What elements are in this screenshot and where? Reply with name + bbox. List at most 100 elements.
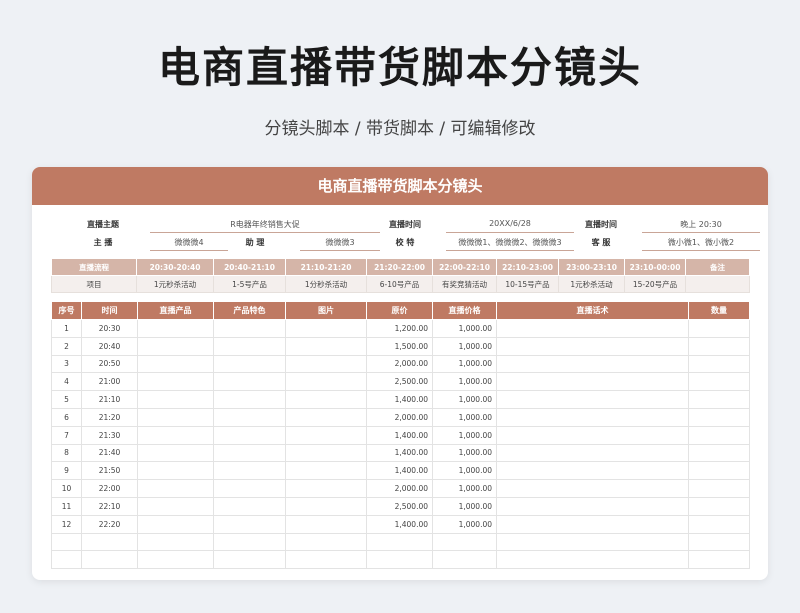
table-cell[interactable]	[285, 461, 367, 481]
table-cell[interactable]	[432, 550, 497, 570]
time2-value[interactable]: 晚上 20:30	[642, 219, 760, 233]
table-cell[interactable]	[496, 319, 689, 338]
table-cell[interactable]	[213, 514, 286, 534]
table-cell[interactable]: 1,000.00	[432, 479, 497, 498]
table-cell[interactable]: 1,000.00	[432, 390, 497, 409]
table-cell[interactable]: 21:50	[81, 461, 138, 481]
schedule-cell[interactable]: 1元秒杀活动	[558, 275, 625, 293]
table-cell[interactable]	[496, 390, 689, 409]
table-cell[interactable]	[137, 372, 214, 392]
schedule-head-cell[interactable]: 20:40-21:10	[213, 258, 286, 276]
table-cell[interactable]	[496, 514, 689, 534]
review-value[interactable]: 微微微1、微微微2、微微微3	[446, 237, 574, 251]
table-cell[interactable]	[366, 532, 433, 552]
table-cell[interactable]: 1,400.00	[366, 461, 433, 481]
schedule-cell[interactable]: 15-20号产品	[624, 275, 686, 293]
table-cell[interactable]	[496, 532, 689, 552]
table-cell[interactable]	[688, 407, 750, 427]
table-cell[interactable]: 2,500.00	[366, 496, 433, 516]
table-cell[interactable]	[688, 496, 750, 516]
table-cell[interactable]	[285, 319, 367, 338]
table-cell[interactable]: 10	[51, 479, 82, 498]
table-cell[interactable]: 1,400.00	[366, 425, 433, 445]
schedule-cell[interactable]: 有奖竞猜活动	[432, 275, 497, 293]
table-cell[interactable]	[688, 532, 750, 552]
table-cell[interactable]: 1,000.00	[432, 336, 497, 356]
table-cell[interactable]	[137, 407, 214, 427]
table-cell[interactable]	[213, 372, 286, 392]
table-cell[interactable]	[213, 532, 286, 552]
table-cell[interactable]: 1	[51, 319, 82, 338]
table-cell[interactable]: 1,000.00	[432, 514, 497, 534]
table-cell[interactable]: 1,400.00	[366, 443, 433, 463]
table-cell[interactable]	[213, 407, 286, 427]
table-cell[interactable]: 22:20	[81, 514, 138, 534]
table-cell[interactable]: 1,400.00	[366, 390, 433, 409]
col-header[interactable]: 直播价格	[432, 301, 497, 320]
table-cell[interactable]	[285, 514, 367, 534]
table-cell[interactable]	[285, 479, 367, 498]
table-cell[interactable]	[137, 461, 214, 481]
assistant-value[interactable]: 微微微3	[300, 237, 380, 251]
table-cell[interactable]	[285, 372, 367, 392]
service-value[interactable]: 微小微1、微小微2	[642, 237, 760, 251]
table-cell[interactable]	[285, 390, 367, 409]
table-cell[interactable]	[688, 514, 750, 534]
table-cell[interactable]: 22:10	[81, 496, 138, 516]
table-cell[interactable]	[285, 354, 367, 374]
table-cell[interactable]: 21:10	[81, 390, 138, 409]
table-cell[interactable]: 7	[51, 425, 82, 445]
table-cell[interactable]	[688, 550, 750, 570]
col-header[interactable]: 直播产品	[137, 301, 214, 320]
table-cell[interactable]: 20:40	[81, 336, 138, 356]
table-cell[interactable]: 12	[51, 514, 82, 534]
table-cell[interactable]: 1,400.00	[366, 514, 433, 534]
table-cell[interactable]: 1,000.00	[432, 496, 497, 516]
table-cell[interactable]: 21:20	[81, 407, 138, 427]
schedule-head-cell[interactable]: 21:20-22:00	[366, 258, 433, 276]
table-cell[interactable]	[496, 479, 689, 498]
table-cell[interactable]	[496, 407, 689, 427]
table-cell[interactable]	[496, 372, 689, 392]
table-cell[interactable]: 8	[51, 443, 82, 463]
table-cell[interactable]	[213, 336, 286, 356]
schedule-head-cell[interactable]: 23:00-23:10	[558, 258, 625, 276]
table-cell[interactable]: 2,000.00	[366, 354, 433, 374]
schedule-head-cell[interactable]: 22:00-22:10	[432, 258, 497, 276]
table-cell[interactable]: 6	[51, 407, 82, 427]
table-cell[interactable]: 1,000.00	[432, 443, 497, 463]
table-cell[interactable]	[137, 390, 214, 409]
table-cell[interactable]	[51, 532, 82, 552]
schedule-cell[interactable]: 10-15号产品	[496, 275, 559, 293]
table-cell[interactable]: 4	[51, 372, 82, 392]
table-cell[interactable]: 11	[51, 496, 82, 516]
schedule-head-cell[interactable]: 23:10-00:00	[624, 258, 686, 276]
table-cell[interactable]	[213, 550, 286, 570]
table-cell[interactable]: 21:40	[81, 443, 138, 463]
table-cell[interactable]	[213, 425, 286, 445]
table-cell[interactable]	[137, 319, 214, 338]
table-cell[interactable]: 1,000.00	[432, 372, 497, 392]
col-header[interactable]: 时间	[81, 301, 138, 320]
table-cell[interactable]	[213, 479, 286, 498]
table-cell[interactable]	[496, 461, 689, 481]
schedule-cell[interactable]: 1-5号产品	[213, 275, 286, 293]
table-cell[interactable]	[81, 550, 138, 570]
table-cell[interactable]	[688, 425, 750, 445]
table-cell[interactable]	[688, 372, 750, 392]
table-cell[interactable]: 22:00	[81, 479, 138, 498]
table-cell[interactable]: 1,000.00	[432, 407, 497, 427]
table-cell[interactable]	[137, 532, 214, 552]
schedule-head-cell[interactable]: 22:10-23:00	[496, 258, 559, 276]
table-cell[interactable]	[213, 354, 286, 374]
table-cell[interactable]	[496, 443, 689, 463]
table-cell[interactable]	[213, 496, 286, 516]
col-header[interactable]: 产品特色	[213, 301, 286, 320]
schedule-head-cell[interactable]: 直播流程	[51, 258, 137, 276]
table-cell[interactable]	[285, 532, 367, 552]
table-cell[interactable]	[688, 336, 750, 356]
col-header[interactable]: 直播话术	[496, 301, 689, 320]
table-cell[interactable]	[137, 479, 214, 498]
table-cell[interactable]: 5	[51, 390, 82, 409]
theme-value[interactable]: R电器年终销售大促	[150, 219, 380, 233]
